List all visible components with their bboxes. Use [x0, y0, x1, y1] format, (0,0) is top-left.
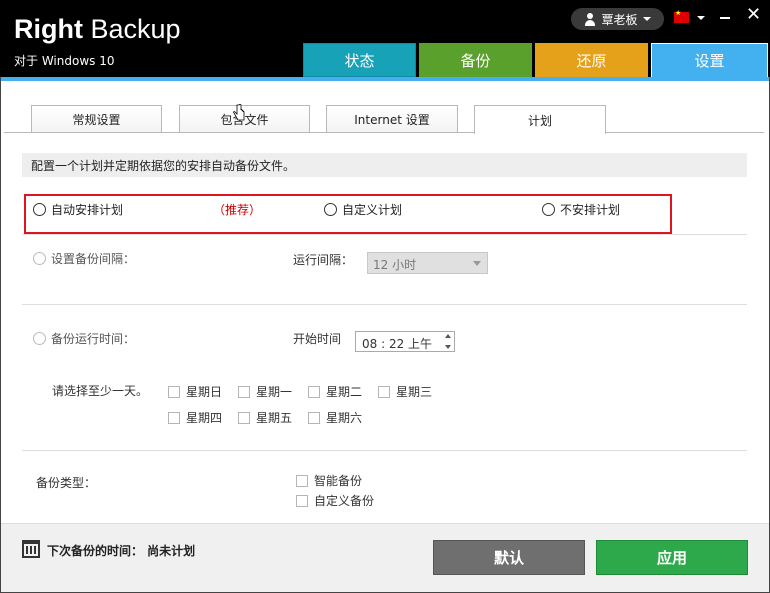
checkbox-label: 星期日 — [186, 385, 223, 399]
checkbox-box[interactable] — [168, 385, 180, 398]
radio-label: 不安排计划 — [560, 203, 621, 217]
app-subtitle: 对于 Windows 10 — [14, 54, 115, 68]
minimize-icon[interactable] — [720, 17, 730, 19]
radio-circle[interactable] — [542, 203, 555, 216]
user-icon — [584, 12, 596, 26]
chevron-down-icon — [697, 15, 705, 20]
title-bar: Right Backup 对于 Windows 10 覃老板 ✕ 状态 备份 还… — [0, 0, 770, 77]
checkbox-box[interactable] — [308, 385, 320, 398]
default-button[interactable]: 默认 — [433, 540, 585, 575]
checkbox-label: 自定义备份 — [314, 494, 375, 508]
checkbox-custom-backup[interactable]: 自定义备份 — [296, 492, 374, 509]
checkbox-label: 星期六 — [326, 411, 363, 425]
start-time-input[interactable]: 08 : 22 上午 — [355, 331, 455, 352]
user-menu-button[interactable]: 覃老板 — [571, 8, 664, 30]
hand-cursor-icon — [233, 104, 245, 121]
user-name: 覃老板 — [601, 12, 638, 27]
recommended-label: （推荐） — [213, 203, 262, 217]
divider — [22, 450, 747, 451]
checkbox-saturday[interactable]: 星期六 — [308, 409, 362, 426]
checkbox-smart-backup[interactable]: 智能备份 — [296, 472, 362, 489]
radio-no-schedule[interactable]: 不安排计划 — [542, 201, 620, 218]
chevron-down-icon — [642, 17, 651, 21]
radio-run-time[interactable]: 备份运行时间： — [33, 330, 135, 347]
checkbox-box[interactable] — [378, 385, 390, 398]
radio-label: 自定义计划 — [342, 203, 403, 217]
close-icon[interactable]: ✕ — [746, 6, 761, 24]
radio-custom-schedule[interactable]: 自定义计划 — [324, 201, 402, 218]
day-prompt: 请选择至少一天。 — [52, 384, 149, 398]
app-title: Right Backup — [14, 14, 181, 44]
checkbox-label: 星期五 — [256, 411, 293, 425]
checkbox-thursday[interactable]: 星期四 — [168, 409, 222, 426]
radio-set-interval[interactable]: 设置备份间隔： — [33, 250, 135, 267]
tab-restore[interactable]: 还原 — [535, 43, 648, 77]
checkbox-friday[interactable]: 星期五 — [238, 409, 292, 426]
backup-type-label: 备份类型： — [36, 476, 97, 490]
calendar-icon — [22, 540, 40, 558]
checkbox-label: 智能备份 — [314, 474, 363, 488]
chevron-down-icon — [473, 261, 481, 266]
checkbox-label: 星期一 — [256, 385, 293, 399]
divider — [22, 304, 747, 305]
subtab-schedule[interactable]: 计划 — [474, 105, 606, 134]
interval-select[interactable]: 12 小时 — [367, 252, 488, 274]
interval-value: 12 小时 — [373, 258, 417, 272]
checkbox-box[interactable] — [296, 474, 308, 487]
checkbox-label: 星期四 — [186, 411, 223, 425]
radio-label: 备份运行时间： — [51, 332, 136, 346]
checkbox-label: 星期二 — [326, 385, 363, 399]
radio-circle[interactable] — [33, 203, 46, 216]
time-spinner[interactable] — [443, 333, 453, 350]
radio-auto-schedule[interactable]: 自动安排计划 — [33, 201, 123, 218]
subtab-general[interactable]: 常规设置 — [31, 105, 162, 133]
radio-circle[interactable] — [324, 203, 337, 216]
subtab-internet[interactable]: Internet 设置 — [326, 105, 458, 133]
radio-label: 自动安排计划 — [51, 203, 124, 217]
checkbox-box[interactable] — [238, 411, 250, 424]
china-flag-icon — [674, 9, 689, 23]
checkbox-monday[interactable]: 星期一 — [238, 383, 292, 400]
checkbox-box[interactable] — [296, 494, 308, 507]
next-backup-label: 下次备份的时间： 尚未计划 — [47, 544, 196, 558]
checkbox-box[interactable] — [238, 385, 250, 398]
radio-circle[interactable] — [33, 332, 46, 345]
active-tab-strip — [0, 77, 770, 81]
run-interval-label: 运行间隔： — [293, 253, 354, 267]
radio-circle[interactable] — [33, 252, 46, 265]
radio-label: 设置备份间隔： — [51, 252, 136, 266]
language-menu-button[interactable] — [674, 9, 705, 23]
checkbox-box[interactable] — [168, 411, 180, 424]
apply-button[interactable]: 应用 — [596, 540, 748, 575]
checkbox-label: 星期三 — [396, 385, 433, 399]
tab-backup[interactable]: 备份 — [419, 43, 532, 77]
spin-up-icon[interactable] — [445, 334, 451, 338]
start-time-value: 08 : 22 上午 — [362, 337, 433, 351]
spin-down-icon[interactable] — [445, 345, 451, 349]
start-time-label: 开始时间 — [293, 332, 342, 346]
checkbox-wednesday[interactable]: 星期三 — [378, 383, 432, 400]
divider — [22, 234, 747, 235]
info-text: 配置一个计划并定期依据您的安排自动备份文件。 — [22, 153, 747, 177]
tab-divider — [4, 132, 764, 133]
tab-status[interactable]: 状态 — [303, 43, 416, 77]
checkbox-box[interactable] — [308, 411, 320, 424]
checkbox-sunday[interactable]: 星期日 — [168, 383, 222, 400]
tab-settings[interactable]: 设置 — [651, 43, 768, 77]
checkbox-tuesday[interactable]: 星期二 — [308, 383, 362, 400]
